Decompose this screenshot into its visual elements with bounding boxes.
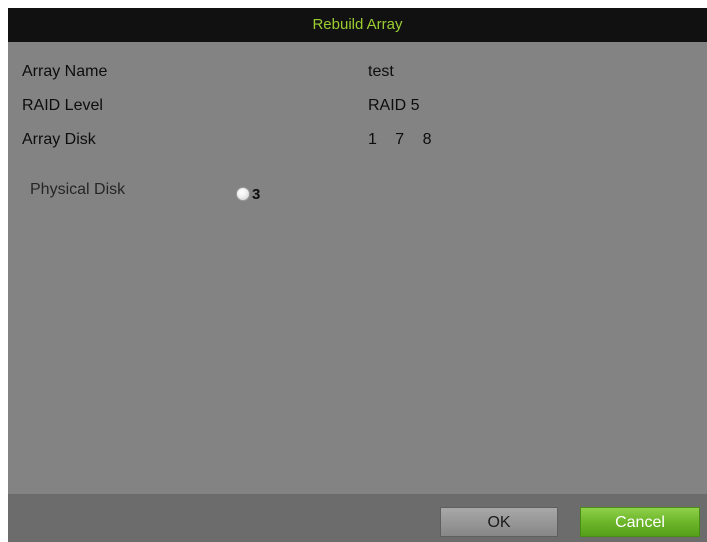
physical-disk-label: Physical Disk — [30, 181, 126, 198]
raid-level-label: RAID Level — [22, 97, 103, 114]
cancel-button[interactable]: Cancel — [580, 507, 700, 537]
array-name-value: test — [368, 63, 394, 80]
physical-disk-option-label: 3 — [252, 185, 261, 203]
radio-button-icon[interactable] — [236, 187, 250, 201]
array-disk-label: Array Disk — [22, 131, 96, 148]
physical-disk-option-3[interactable]: 3 — [236, 184, 260, 204]
ok-button[interactable]: OK — [440, 507, 558, 537]
rebuild-array-dialog: Rebuild Array Array Name test RAID Level… — [8, 8, 707, 542]
array-name-label: Array Name — [22, 63, 108, 80]
dialog-footer: OK Cancel — [8, 494, 707, 542]
array-name-row: Array Name test — [22, 60, 622, 84]
array-disk-row: Array Disk 1 7 8 — [22, 128, 622, 152]
raid-level-row: RAID Level RAID 5 — [22, 94, 622, 118]
raid-level-value: RAID 5 — [368, 97, 420, 114]
array-disk-value: 1 7 8 — [368, 131, 432, 148]
dialog-title: Rebuild Array — [8, 8, 707, 42]
